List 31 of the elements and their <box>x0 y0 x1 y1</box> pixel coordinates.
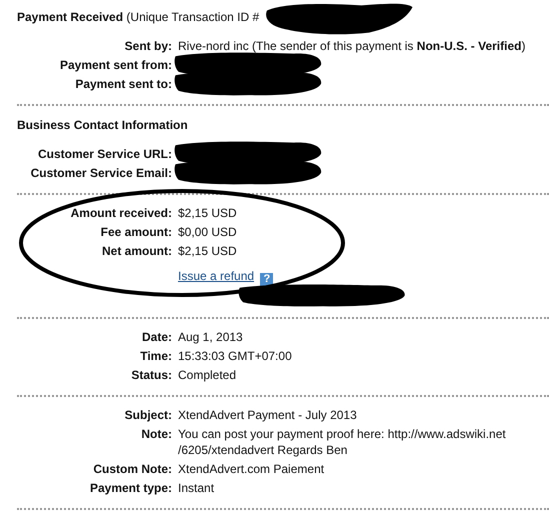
field-value: Aug 1, 2013 <box>178 329 244 345</box>
field-value: $2,15 USD <box>178 243 238 259</box>
field-value: $2,15 USD <box>178 205 238 221</box>
field-value: Rive-nord inc (The sender of this payment is Non-U.S. - Verified) <box>178 38 526 54</box>
field-label: Time: <box>139 348 172 364</box>
field-value: Completed <box>178 367 238 383</box>
field-label: Customer Service Email: <box>30 165 172 181</box>
field-value: 15:33:03 GMT+07:00 <box>178 348 293 364</box>
field-label: Net amount: <box>101 243 172 259</box>
field-value: You can post your payment proof here: http://www.adswiki.net /6205/xtendadvert Regards Ben <box>178 426 507 458</box>
refund-link[interactable]: Issue a refund <box>178 269 254 283</box>
section-heading: Business Contact Information <box>17 118 189 132</box>
field-value: Instant <box>178 480 216 496</box>
field-label: Date: <box>140 329 172 345</box>
section-title: Payment Received <box>17 10 124 24</box>
field-label: Status: <box>130 367 172 383</box>
field-label: Custom Note: <box>92 461 172 477</box>
help-icon[interactable]: ? <box>260 273 274 286</box>
field-label: Sent by: <box>124 38 172 54</box>
field-label: Note: <box>140 426 172 443</box>
field-label: Fee amount: <box>100 224 172 240</box>
field-label: Customer Service URL: <box>36 146 172 162</box>
transaction-id-text: (Unique Transaction ID # <box>126 10 260 24</box>
field-label: Payment sent from: <box>58 57 172 73</box>
field-value: $0,00 USD <box>178 224 238 240</box>
field-label: Amount received: <box>70 205 172 221</box>
field-label: Subject: <box>124 407 172 423</box>
field-value: XtendAdvert Payment - July 2013 <box>178 407 358 423</box>
field-label: Payment type: <box>88 480 172 496</box>
field-label: Payment sent to: <box>74 76 172 92</box>
field-value: XtendAdvert.com Paiement <box>178 461 326 477</box>
